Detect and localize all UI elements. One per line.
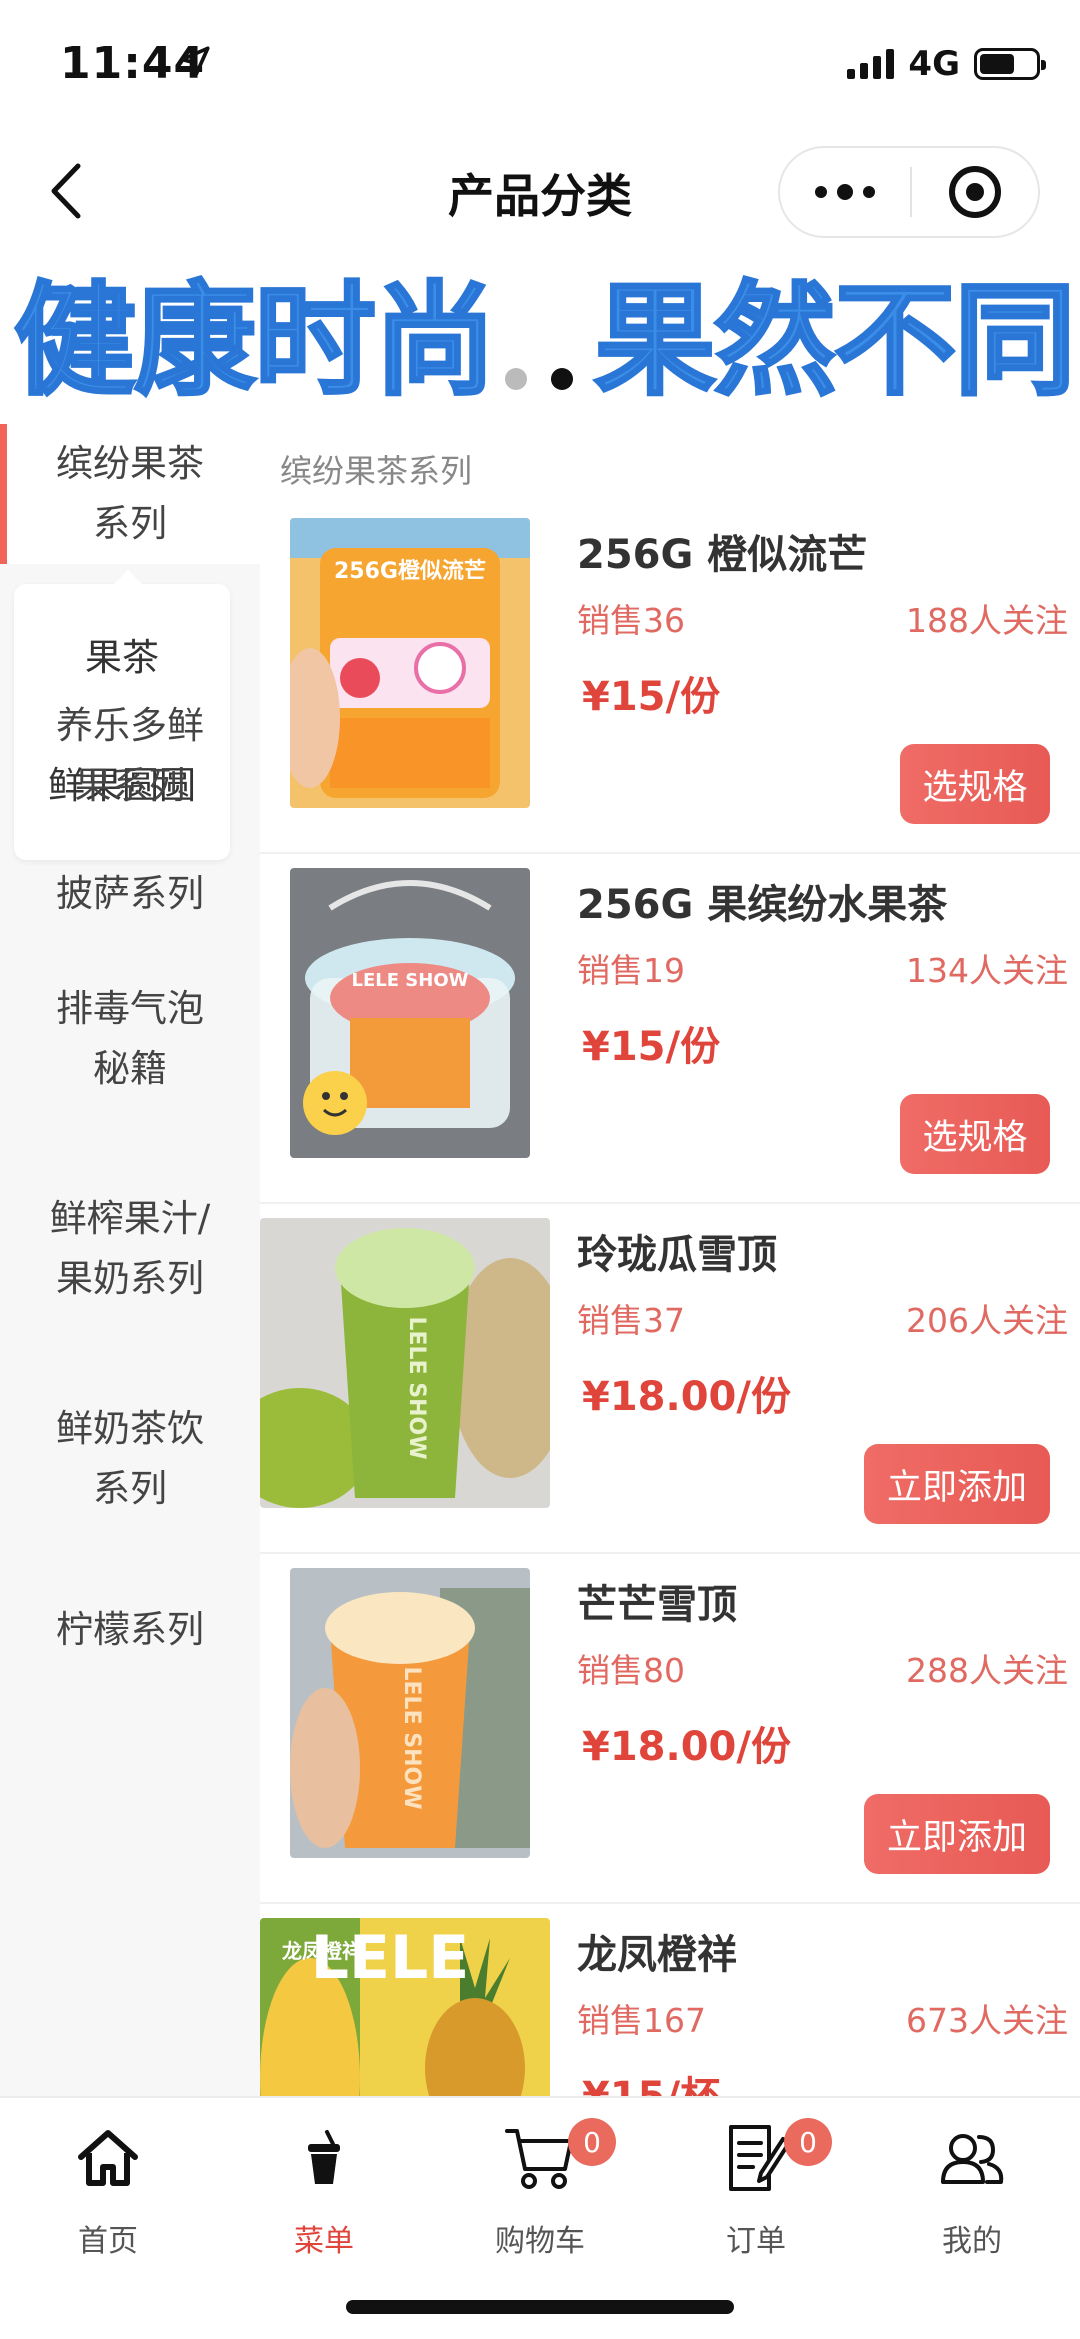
product-card[interactable]: LELE 龙凤橙祥 龙凤橙祥 销售167 673人关注 ¥15/杯 <box>260 1904 1080 2096</box>
product-card[interactable]: LELE SHOW 芒芒雪顶 销售80 288人关注 ¥18.00/份 立即添加 <box>260 1554 1080 1904</box>
thumb-label: 256G橙似流芒 <box>334 558 486 584</box>
status-indicators: 4G <box>847 44 1046 84</box>
product-photo: LELE SHOW <box>290 1568 530 1858</box>
product-photo: LELE SHOW <box>260 1218 550 1508</box>
product-card[interactable]: LELE SHOW 256G 果缤纷水果茶 销售19 134人关注 ¥15/份 … <box>260 854 1080 1204</box>
location-arrow-icon <box>180 46 210 76</box>
banner-left-text: 健康时尚 <box>13 268 498 410</box>
home-icon <box>68 2118 148 2198</box>
banner-dot-active[interactable] <box>551 368 573 390</box>
product-price: ¥15/杯 <box>582 2064 720 2096</box>
users-icon <box>932 2118 1012 2198</box>
sidebar-item[interactable]: 鲜榨果汁/ 果奶系列 <box>0 1179 260 1319</box>
select-spec-button[interactable]: 选规格 <box>900 1094 1050 1174</box>
product-price: ¥15/份 <box>582 1024 721 1070</box>
product-followers: 206人关注 <box>906 1301 1068 1340</box>
tab-label: 我的 <box>942 2224 1002 2259</box>
home-indicator[interactable] <box>346 2300 734 2314</box>
product-list: 缤纷果茶系列 256G橙似流芒 256G 橙似流芒 销售36 188人关注 ¥1… <box>260 424 1080 2096</box>
tab-home[interactable]: 首页 <box>0 2118 216 2260</box>
tab-orders[interactable]: 0 订单 <box>648 2118 864 2260</box>
product-photo: LELE 龙凤橙祥 <box>260 1918 550 2096</box>
tab-label: 首页 <box>78 2224 138 2259</box>
product-followers: 673人关注 <box>906 2001 1068 2040</box>
product-name: 龙凤橙祥 <box>577 1932 737 1978</box>
sidebar-item[interactable]: 排毒气泡 秘籍 <box>0 969 260 1109</box>
section-title: 缤纷果茶系列 <box>280 452 473 490</box>
product-photo: 256G橙似流芒 <box>290 518 530 808</box>
product-sales: 销售36 <box>577 601 685 640</box>
more-menu-icon[interactable] <box>780 148 910 236</box>
close-mini-program-button[interactable] <box>912 166 1038 218</box>
product-sales: 销售19 <box>577 951 685 990</box>
add-now-button[interactable]: 立即添加 <box>864 1794 1050 1874</box>
cart-icon: 0 <box>500 2118 616 2198</box>
product-followers: 288人关注 <box>906 1651 1068 1690</box>
thumb-label: 龙凤橙祥 <box>282 1939 362 1963</box>
banner-right-text: 果然不同 <box>593 268 1078 410</box>
product-image[interactable]: 256G橙似流芒 <box>290 518 530 808</box>
tab-profile[interactable]: 我的 <box>864 2118 1080 2260</box>
tab-cart[interactable]: 0 购物车 <box>432 2118 648 2260</box>
product-image[interactable]: LELE 龙凤橙祥 <box>260 1918 550 2096</box>
product-name: 芒芒雪顶 <box>577 1582 737 1628</box>
category-sidebar: 缤纷果茶 系列 果茶 鲜果圆圆 养乐多鲜 果系列 披萨系列 排毒气泡 秘籍 鲜榨… <box>0 424 260 2096</box>
status-bar: 11:44 4G <box>0 0 1080 130</box>
banner-dot[interactable] <box>505 368 527 390</box>
product-name: 256G 果缤纷水果茶 <box>577 882 948 928</box>
add-now-button[interactable]: 立即添加 <box>864 1444 1050 1524</box>
sidebar-item-active[interactable]: 缤纷果茶 系列 <box>0 424 260 564</box>
thumb-label: LELE SHOW <box>352 970 469 991</box>
product-image[interactable]: LELE SHOW <box>260 1218 550 1508</box>
product-card[interactable]: LELE SHOW 玲珑瓜雪顶 销售37 206人关注 ¥18.00/份 立即添… <box>260 1204 1080 1554</box>
select-spec-button[interactable]: 选规格 <box>900 744 1050 824</box>
product-followers: 134人关注 <box>906 951 1068 990</box>
battery-icon <box>974 48 1046 80</box>
network-label: 4G <box>908 44 960 84</box>
product-photo: LELE SHOW <box>290 868 530 1158</box>
product-sales: 销售167 <box>577 2001 706 2040</box>
product-sales: 销售80 <box>577 1651 685 1690</box>
product-price: ¥18.00/份 <box>582 1374 791 1420</box>
product-name: 玲珑瓜雪顶 <box>577 1232 777 1278</box>
cart-badge: 0 <box>568 2118 616 2166</box>
promo-banner[interactable]: 健康时尚 果然不同 <box>0 250 1080 410</box>
product-name: 256G 橙似流芒 <box>577 532 868 578</box>
thumb-label: LELE SHOW <box>399 1667 424 1810</box>
product-price: ¥18.00/份 <box>582 1724 791 1770</box>
product-price: ¥15/份 <box>582 674 721 720</box>
order-badge: 0 <box>784 2118 832 2166</box>
sidebar-item[interactable]: 养乐多鲜 果系列 <box>0 686 260 826</box>
product-followers: 188人关注 <box>906 601 1068 640</box>
close-circle-icon <box>949 166 1001 218</box>
product-image[interactable]: LELE SHOW <box>290 868 530 1158</box>
product-image[interactable]: LELE SHOW <box>290 1568 530 1858</box>
tab-menu[interactable]: 菜单 <box>216 2118 432 2260</box>
sidebar-item[interactable]: 鲜奶茶饮 系列 <box>0 1389 260 1529</box>
tab-label: 菜单 <box>294 2224 354 2259</box>
banner-pagination <box>505 368 573 390</box>
tab-label: 购物车 <box>495 2224 585 2259</box>
order-icon: 0 <box>716 2118 832 2198</box>
nav-bar: 产品分类 <box>0 130 1080 250</box>
tab-label: 订单 <box>726 2224 786 2259</box>
thumb-label: LELE SHOW <box>404 1317 429 1460</box>
drink-cup-icon <box>284 2118 364 2198</box>
mini-program-capsule <box>778 146 1040 238</box>
product-card[interactable]: 256G橙似流芒 256G 橙似流芒 销售36 188人关注 ¥15/份 选规格 <box>260 504 1080 854</box>
product-sales: 销售37 <box>577 1301 685 1340</box>
signal-icon <box>847 49 895 79</box>
sidebar-item[interactable]: 披萨系列 <box>0 864 260 944</box>
sidebar-item[interactable]: 柠檬系列 <box>0 1600 260 1680</box>
